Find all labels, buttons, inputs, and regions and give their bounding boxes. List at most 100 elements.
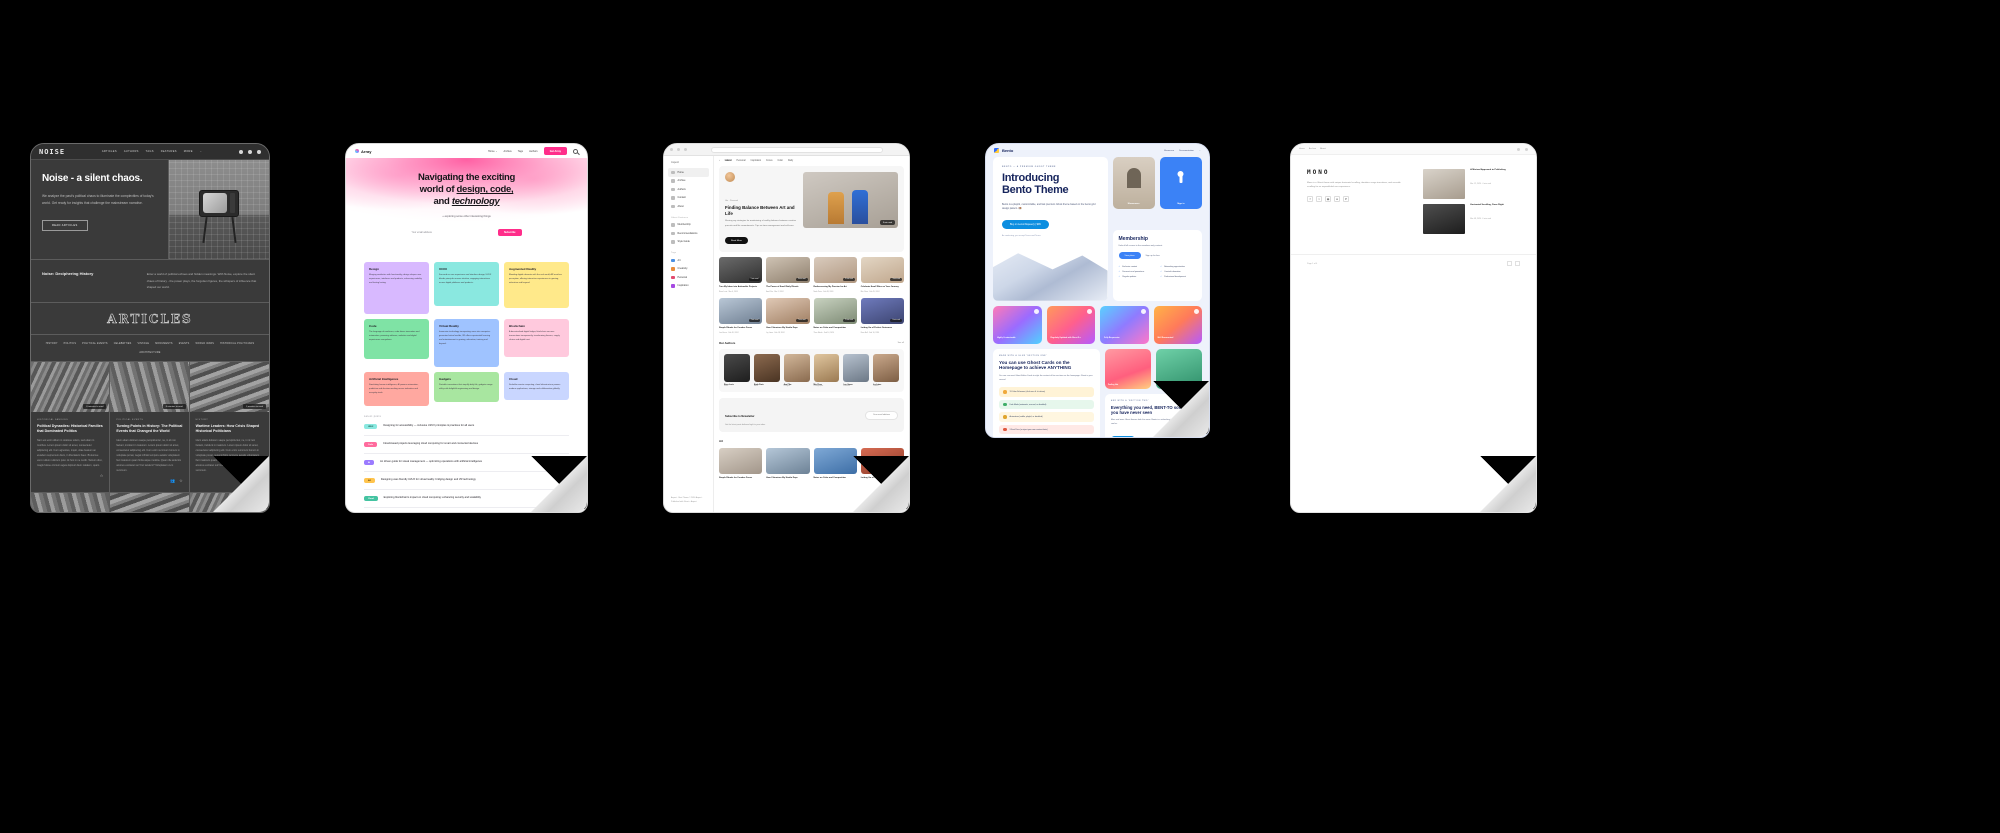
aspect-tabs[interactable]: ‹ Latest Personal Inspiration Focus Colo… (719, 160, 904, 162)
sidebar-tag-inspiration[interactable]: Inspiration (668, 282, 709, 291)
tab-color[interactable]: Color (777, 160, 783, 162)
post-card[interactable]: 4 min read Simple Rituals for Creative F… (719, 297, 763, 334)
noise-tag-filter[interactable]: HISTORY POLITICS POLITICAL EVENTS CELEBR… (31, 335, 269, 363)
tab-daily[interactable]: Daily (788, 160, 793, 162)
noise-logo[interactable]: NOISE (39, 148, 65, 156)
bento-nav[interactable]: Showcase Documentation ··· (1164, 150, 1201, 152)
post-chip[interactable]: Cloud (364, 496, 378, 501)
theme-preview-array[interactable]: Array Home ⌄ Archive Tags Authors Get Ar… (345, 143, 588, 513)
menu-icon[interactable] (1525, 147, 1528, 151)
nav-item-articles[interactable]: ARTICLES (102, 150, 117, 153)
post-card[interactable]: 4 min read The Power of Small Daily Ritu… (766, 256, 810, 293)
bento-card[interactable]: Blockchain A decentralized digital ledge… (504, 319, 569, 357)
post-card[interactable]: Simple Rituals for Creative Focus (719, 448, 763, 480)
bento-card[interactable]: Cloud Scalable remote computing, cloud i… (504, 372, 569, 400)
search-icon[interactable] (573, 148, 578, 154)
star-icon[interactable]: ☆ (100, 473, 104, 478)
sidebar-tag-art[interactable]: Art (668, 256, 709, 265)
tag-chip[interactable]: HISTORICAL POLITICIANS (220, 342, 254, 345)
sidebar-item-authors[interactable]: Authors (668, 185, 709, 194)
post-card[interactable]: 6 min read Letting Go of Perfect Outcome… (860, 297, 904, 334)
post-title[interactable]: How I Structure My Studio Days (766, 477, 809, 480)
author-card[interactable]: Ava Pike Designer (783, 354, 810, 387)
newsletter-email-input[interactable]: Your email address (864, 410, 898, 420)
post-card[interactable]: 3 min read Celebrate Small Wins on Your … (860, 256, 904, 293)
post-chip[interactable]: AI (364, 460, 374, 465)
article-title[interactable]: Turning Points in History: The Political… (116, 424, 182, 434)
bento-card[interactable]: UI/UX Focused on user experience and int… (434, 262, 499, 306)
array-nav[interactable]: Home ⌄ Archive Tags Authors Get Array (488, 147, 578, 155)
post-title[interactable]: Turn My Ideas into Actionable Projects (719, 286, 762, 289)
theme-preview-aspect[interactable]: Aspect Home Archive Authors Contact Abou… (663, 143, 910, 513)
nav-item-more[interactable]: MORE (184, 150, 193, 153)
noise-nav[interactable]: ARTICLES AUTHORS TAGS FEATURES MORE ⌄ (102, 150, 202, 153)
star-icon[interactable]: ☆ (179, 478, 183, 483)
post-card[interactable]: How I Structure My Studio Days (766, 448, 810, 480)
article-card[interactable] (110, 493, 190, 512)
sidebar-item-home[interactable]: Home (668, 168, 709, 177)
article-title[interactable]: Political Dynasties: Historical Families… (37, 424, 103, 434)
post-row[interactable]: UI/UX Designing for accessibility — incl… (364, 418, 569, 436)
author-card[interactable]: Mia Chen Photographer (813, 354, 840, 387)
bento-card[interactable]: Augmented Reality Blending digital eleme… (504, 262, 569, 308)
gradient-tile[interactable]: Fully Responsive (1100, 305, 1149, 344)
nav-item-tags[interactable]: Tags (518, 150, 523, 153)
tab-focus[interactable]: Focus (766, 160, 772, 162)
sidebar-item-recommendations[interactable]: Recommendations (668, 229, 709, 238)
tag-chip[interactable]: HISTORY (46, 342, 58, 345)
nav-item-more[interactable]: ··· (1199, 150, 1201, 152)
post-title[interactable]: Celebrate Small Wins on Your Journey (861, 286, 904, 289)
sidebar-brand[interactable]: Aspect (671, 161, 709, 164)
learn-more-button[interactable]: Learn more (1110, 435, 1136, 437)
dribbble-icon[interactable]: ● (1334, 195, 1340, 202)
tab-latest[interactable]: Latest (725, 160, 732, 162)
photo-tile[interactable]: Feeling Hot (1104, 348, 1151, 389)
feature-chip[interactable]: 13 Color Schemes (click once & it is don… (999, 387, 1094, 397)
post-card[interactable]: Notes on Color and Composition (813, 448, 857, 480)
nav-item-features[interactable]: FEATURES (161, 150, 177, 153)
email-input[interactable]: Your email address (412, 231, 494, 234)
tab-inspiration[interactable]: Inspiration (751, 160, 762, 162)
theme-toggle-icon[interactable] (257, 149, 261, 154)
tag-chip[interactable]: POLITICAL EVENTS (82, 342, 108, 345)
nav-item-documentation[interactable]: Documentation (1179, 150, 1194, 152)
post-title[interactable]: The Power of Small Daily Rituals (766, 286, 809, 289)
array-logo[interactable]: Array (355, 149, 371, 154)
sidebar-tag-creativity[interactable]: Creativity (668, 265, 709, 274)
nav-item-authors[interactable]: Authors (529, 150, 538, 153)
nav-item-home[interactable]: Home (1299, 148, 1305, 150)
bento-card[interactable]: Virtual Reality Immersive technology tra… (434, 319, 499, 367)
post-row[interactable]: Code Cloud-based projects leveraging clo… (364, 436, 569, 454)
theme-preview-noise[interactable]: NOISE ARTICLES AUTHORS TAGS FEATURES MOR… (30, 143, 270, 513)
gradient-tile[interactable]: Highly Customizable (993, 305, 1042, 344)
post-card[interactable]: 6 min read Rediscovering My Passion for … (813, 256, 857, 293)
sign-in-tile[interactable]: Sign in (1159, 157, 1202, 209)
search-icon[interactable] (239, 149, 243, 154)
search-icon[interactable] (1517, 147, 1520, 151)
bento-card[interactable]: Design Merging aesthetics with functiona… (364, 262, 429, 314)
nav-item-tags[interactable]: TAGS (146, 150, 154, 153)
showcases-tile[interactable]: Showcases (1112, 157, 1155, 209)
article-tag[interactable]: POLITICAL EVENTS (116, 419, 182, 421)
article-title[interactable]: Wartime Leaders: How Crisis Shaped Histo… (196, 424, 263, 434)
pinterest-icon[interactable]: P (1343, 195, 1349, 202)
account-icon[interactable] (248, 149, 252, 154)
author-card[interactable]: Rose Lorie Writer (724, 354, 750, 387)
post-card[interactable]: 7 min read How I Structure My Studio Day… (766, 297, 810, 334)
post-title[interactable]: Simple Rituals for Creative Focus (719, 477, 762, 480)
chevron-down-icon[interactable]: ⌄ (200, 150, 202, 153)
author-card[interactable]: Noah Paris Editor (753, 354, 780, 387)
nav-item-authors[interactable]: AUTHORS (124, 150, 139, 153)
article-tag[interactable]: HISTORICAL FAMILIES (37, 419, 103, 421)
sidebar-item-archive[interactable]: Archive (668, 177, 709, 186)
nav-item-showcase[interactable]: Showcase (1164, 150, 1174, 152)
get-array-button[interactable]: Get Array (543, 147, 567, 155)
post-title[interactable]: Horizontal Scrolling, Done Right (1470, 204, 1504, 206)
featured-title[interactable]: Finding Balance Between Art and Life (725, 205, 797, 216)
page-prev-icon[interactable] (1507, 261, 1512, 266)
view-plans-button[interactable]: View plans (1118, 252, 1141, 260)
sidebar-item-contact[interactable]: Contact (668, 194, 709, 203)
post-title[interactable]: Designing for accessibility — inclusive … (383, 424, 569, 429)
nav-item-archive[interactable]: Archive (1309, 148, 1316, 150)
post-title[interactable]: Letting Go of Perfect Outcomes (861, 327, 904, 330)
